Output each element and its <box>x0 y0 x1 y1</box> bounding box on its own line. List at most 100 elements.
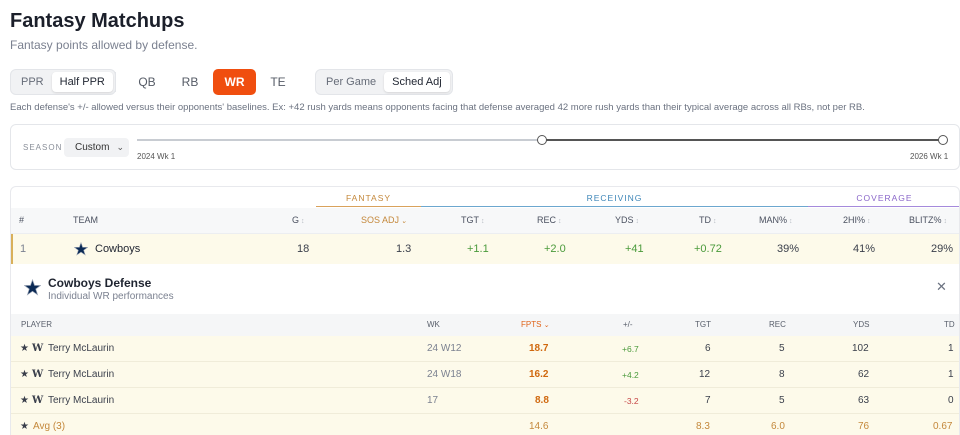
col-team: TEAM <box>73 215 99 225</box>
col-td[interactable]: TD ↕ <box>699 215 717 225</box>
row-sos-adj: 1.3 <box>396 243 412 255</box>
sort-desc-icon: ⌄ <box>401 218 407 225</box>
col-2hi[interactable]: 2HI% ↕ <box>843 215 871 225</box>
col-blitz[interactable]: BLITZ% ↕ <box>909 215 947 225</box>
season-filter-card: SEASON Custom ⌄ 2024 Wk 1 2026 Wk 1 <box>10 124 960 170</box>
row-tgt: +1.1 <box>467 243 489 255</box>
season-range-min-label: 2024 Wk 1 <box>137 152 176 161</box>
position-tab-rb[interactable]: RB <box>172 69 208 95</box>
detail-row[interactable]: ★ W Terry McLaurin 24 W12 18.7 +6.7 6 5 … <box>11 336 959 362</box>
detail-avg-rec: 6.0 <box>771 421 785 432</box>
row-blitz: 29% <box>931 243 954 255</box>
cowboys-star-icon <box>24 279 41 296</box>
sort-icon: ↕ <box>943 218 948 225</box>
season-range-start-handle[interactable] <box>537 135 547 145</box>
detail-avg-td: 0.67 <box>933 421 953 432</box>
detail-col-td[interactable]: TD <box>944 320 955 329</box>
col-rank: # <box>19 215 25 225</box>
detail-rec: 8 <box>779 369 785 380</box>
detail-panel-header: Cowboys Defense Individual WR performanc… <box>11 264 959 314</box>
detail-pm: +6.7 <box>622 344 639 354</box>
col-g[interactable]: G ↕ <box>292 215 305 225</box>
detail-col-wk[interactable]: WK <box>427 320 440 329</box>
detail-tgt: 6 <box>705 343 711 354</box>
sort-icon: ↕ <box>867 218 871 225</box>
position-tab-wr[interactable]: WR <box>213 69 256 95</box>
detail-wk: 24 W18 <box>427 369 462 380</box>
sort-icon: ↕ <box>713 218 717 225</box>
close-icon[interactable]: ✕ <box>936 279 947 295</box>
detail-col-pm[interactable]: +/- <box>623 320 633 329</box>
col-rec[interactable]: REC ↕ <box>537 215 562 225</box>
table-row[interactable]: 1 Cowboys 18 1.3 +1.1 +2.0 +41 +0.72 39%… <box>11 234 959 264</box>
methodology-note: Each defense's +/- allowed versus their … <box>10 102 865 113</box>
detail-wk: 17 <box>427 395 439 406</box>
col-tgt[interactable]: TGT ↕ <box>461 215 485 225</box>
detail-title: Cowboys Defense <box>48 276 152 290</box>
detail-row[interactable]: ★ W Terry McLaurin 17 8.8 -3.2 7 5 63 0 <box>11 388 959 414</box>
scoring-toggle: PPR Half PPR <box>10 69 116 95</box>
detail-tgt: 12 <box>699 369 711 380</box>
sort-icon: ↕ <box>481 218 485 225</box>
detail-col-tgt[interactable]: TGT <box>695 320 711 329</box>
detail-td: 1 <box>948 343 954 354</box>
detail-avg-fpts: 14.6 <box>529 421 549 432</box>
commanders-logo-icon: W <box>32 343 44 354</box>
detail-avg-row: ★ Avg (3) 14.6 8.3 6.0 76 0.67 <box>11 414 959 435</box>
table-header-row: # TEAM G ↕ SOS ADJ ⌄ TGT ↕ REC ↕ YDS ↕ TD ↕ MA… <box>11 208 959 234</box>
row-team[interactable]: Cowboys <box>95 243 140 255</box>
detail-td: 1 <box>948 369 954 380</box>
commanders-logo-icon: W <box>32 369 44 380</box>
detail-rec: 5 <box>779 343 785 354</box>
group-header-fantasy: FANTASY <box>316 189 421 207</box>
season-range-max-label: 2026 Wk 1 <box>910 152 949 161</box>
sort-desc-icon: ⌄ <box>543 322 550 329</box>
detail-player: Terry McLaurin <box>48 395 115 406</box>
mode-toggle: Per Game Sched Adj <box>315 69 453 95</box>
detail-td: 0 <box>948 395 954 406</box>
row-g: 18 <box>297 243 310 255</box>
detail-col-rec[interactable]: REC <box>769 320 786 329</box>
row-rank: 1 <box>20 243 27 255</box>
detail-row[interactable]: ★ W Terry McLaurin 24 W18 16.2 +4.2 12 8… <box>11 362 959 388</box>
detail-player: Terry McLaurin <box>48 369 115 380</box>
detail-fpts: 16.2 <box>529 369 549 380</box>
col-yds[interactable]: YDS ↕ <box>615 215 639 225</box>
page-subtitle: Fantasy points allowed by defense. <box>10 38 198 52</box>
sort-icon: ↕ <box>301 218 305 225</box>
detail-pm: +4.2 <box>622 370 639 380</box>
detail-col-fpts[interactable]: FPTS ⌄ <box>521 320 549 329</box>
detail-tgt: 7 <box>705 395 711 406</box>
col-man[interactable]: MAN% ↕ <box>759 215 793 225</box>
season-label: SEASON <box>23 143 63 152</box>
row-2hi: 41% <box>853 243 876 255</box>
row-rec: +2.0 <box>544 243 566 255</box>
row-man: 39% <box>777 243 800 255</box>
detail-pm: -3.2 <box>624 396 639 406</box>
detail-yds: 62 <box>858 369 870 380</box>
detail-col-yds[interactable]: YDS <box>853 320 869 329</box>
col-sos-adj[interactable]: SOS ADJ ⌄ <box>361 215 407 225</box>
detail-rec: 5 <box>779 395 785 406</box>
detail-avg-tgt: 8.3 <box>696 421 710 432</box>
group-header-receiving: RECEIVING <box>421 189 808 207</box>
mode-per-game-option[interactable]: Per Game <box>318 72 384 92</box>
position-tab-te[interactable]: TE <box>260 69 296 95</box>
row-yds: +41 <box>625 243 644 255</box>
season-range-end-handle[interactable] <box>938 135 948 145</box>
position-tab-qb[interactable]: QB <box>129 69 165 95</box>
scoring-half-ppr-option[interactable]: Half PPR <box>51 72 113 92</box>
mode-sched-adj-option[interactable]: Sched Adj <box>384 72 450 92</box>
star-icon: ★ <box>20 343 29 354</box>
scoring-ppr-option[interactable]: PPR <box>13 72 52 92</box>
detail-header-row: PLAYER WK FPTS ⌄ +/- TGT REC YDS TD <box>11 314 959 336</box>
detail-yds: 63 <box>858 395 870 406</box>
star-icon: ★ <box>20 369 29 380</box>
row-td: +0.72 <box>694 243 722 255</box>
season-range-selected <box>542 139 943 141</box>
detail-player: Terry McLaurin <box>48 343 115 354</box>
season-select[interactable]: Custom ⌄ <box>64 138 129 157</box>
group-header-coverage: COVERAGE <box>808 189 959 207</box>
star-icon: ★ <box>20 395 29 406</box>
detail-col-player: PLAYER <box>21 320 52 329</box>
